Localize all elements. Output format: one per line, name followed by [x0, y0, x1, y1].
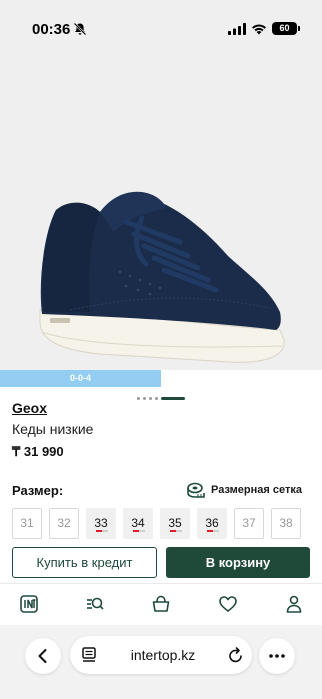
more-dots-icon: [269, 654, 285, 658]
low-stock-indicator: [170, 530, 182, 532]
gallery-dot[interactable]: [155, 397, 158, 400]
size-option[interactable]: 32: [49, 508, 79, 539]
back-button[interactable]: [25, 638, 61, 674]
product-image: [39, 191, 285, 363]
status-time: 00:36: [32, 21, 71, 38]
gallery-dot[interactable]: [143, 397, 146, 400]
measuring-tape-icon: [187, 482, 205, 498]
product-price: ₸ 31 990: [12, 444, 64, 459]
app-tab-bar: [0, 583, 322, 623]
bell-off-icon: [73, 22, 87, 36]
buy-on-credit-button[interactable]: Купить в кредит: [12, 547, 157, 578]
size-option[interactable]: 37: [234, 508, 264, 539]
profile-icon[interactable]: [284, 594, 304, 614]
signal-icon: [228, 23, 246, 35]
add-to-cart-button[interactable]: В корзину: [166, 547, 310, 578]
size-option[interactable]: 36: [197, 508, 227, 539]
size-option[interactable]: 34: [123, 508, 153, 539]
size-option[interactable]: 31: [12, 508, 42, 539]
more-options-button[interactable]: [259, 638, 295, 674]
size-chart-link[interactable]: Размерная сетка: [187, 481, 302, 499]
brand-link[interactable]: Geox: [12, 400, 47, 416]
battery-icon: 60: [272, 22, 300, 35]
heart-icon[interactable]: [218, 594, 238, 614]
gallery-dot[interactable]: [149, 397, 152, 400]
reload-icon[interactable]: [228, 646, 244, 664]
address-bar[interactable]: intertop.kz: [70, 636, 252, 674]
product-title: Кеды низкие: [12, 421, 94, 437]
intertop-logo-icon[interactable]: [19, 594, 39, 614]
catalog-search-icon[interactable]: [85, 594, 105, 614]
low-stock-indicator: [96, 530, 108, 532]
low-stock-indicator: [133, 530, 145, 532]
browser-toolbar: intertop.kz: [0, 625, 322, 699]
wifi-icon: [252, 24, 266, 35]
promo-badge: 0-0-4: [0, 370, 161, 387]
size-chart-label: Размерная сетка: [211, 484, 302, 496]
product-image-gallery[interactable]: [0, 52, 322, 400]
url-text: intertop.kz: [130, 647, 196, 663]
bag-icon[interactable]: [151, 594, 171, 614]
gallery-pagination: [0, 394, 322, 402]
low-stock-indicator: [207, 530, 219, 532]
size-option[interactable]: 35: [160, 508, 190, 539]
reader-mode-icon[interactable]: [82, 647, 96, 663]
size-label: Размер:: [12, 483, 64, 498]
size-selector: 31 32 33 34 35 36 37 38: [12, 508, 312, 540]
chevron-left-icon: [38, 649, 47, 663]
status-bar: 00:36 60: [0, 0, 322, 52]
size-option[interactable]: 33: [86, 508, 116, 539]
size-option[interactable]: 38: [271, 508, 301, 539]
gallery-dot[interactable]: [137, 397, 140, 400]
gallery-dot-active[interactable]: [161, 397, 185, 400]
